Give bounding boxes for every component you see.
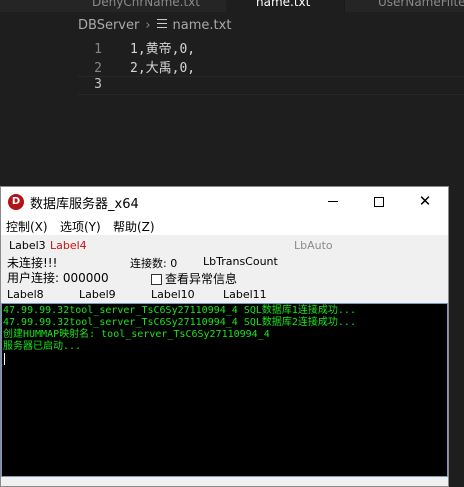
label3: Label3 bbox=[9, 239, 46, 252]
code-line[interactable]: 2 2,大禹,0, bbox=[78, 57, 464, 76]
breadcrumb-folder[interactable]: DBServer bbox=[78, 18, 139, 33]
line-number: 1 bbox=[94, 42, 102, 57]
db-server-window: D 数据库服务器_x64 ✕ 控制(X) 选项(Y) 帮助(Z) Label3 … bbox=[0, 186, 449, 487]
log-line: 服务器已启动... bbox=[3, 341, 82, 352]
label8: Label8 bbox=[7, 288, 44, 301]
line-number: 3 bbox=[94, 77, 102, 92]
line-number: 2 bbox=[94, 61, 102, 76]
minimize-icon bbox=[328, 201, 338, 202]
maximize-button[interactable] bbox=[356, 187, 402, 215]
minimize-button[interactable] bbox=[310, 187, 356, 215]
label4: Label4 bbox=[50, 239, 87, 252]
log-line: 创建HUMMAP映射名: tool_server_TsC6Sy27110994_… bbox=[3, 329, 270, 340]
lbauto-label: LbAuto bbox=[294, 239, 333, 252]
lb-trans-count: LbTransCount bbox=[203, 255, 278, 268]
line-text: 2,大禹,0, bbox=[130, 61, 196, 76]
line-text: 1,黄帝,0, bbox=[130, 42, 196, 57]
title-bar[interactable]: D 数据库服务器_x64 ✕ bbox=[1, 187, 448, 215]
text-file-icon bbox=[156, 19, 167, 28]
log-console[interactable]: 47.99.99.32tool_server_TsC6Sy27110994_4 … bbox=[1, 303, 448, 477]
user-connection: 用户连接: 000000 bbox=[7, 271, 109, 285]
menu-options[interactable]: 选项(Y) bbox=[60, 218, 101, 235]
connection-count: 连接数: 0 bbox=[130, 257, 178, 270]
tab-denychrname[interactable]: DenyChrName.txt bbox=[92, 0, 200, 12]
breadcrumb-file[interactable]: name.txt bbox=[173, 18, 232, 33]
menu-control[interactable]: 控制(X) bbox=[6, 218, 48, 235]
log-line: 47.99.99.32tool_server_TsC6Sy27110994_4 … bbox=[3, 305, 356, 316]
chevron-right-icon: › bbox=[145, 18, 151, 33]
tab-name-txt[interactable]: name.txt bbox=[226, 0, 344, 12]
tab-separator bbox=[344, 0, 345, 12]
label9: Label9 bbox=[79, 288, 116, 301]
close-button[interactable]: ✕ bbox=[402, 187, 448, 215]
checkbox-icon[interactable] bbox=[151, 274, 162, 285]
breadcrumb: DBServer › name.txt bbox=[78, 18, 231, 33]
text-caret bbox=[4, 353, 5, 365]
log-line: 47.99.99.32tool_server_TsC6Sy27110994_4 … bbox=[3, 317, 356, 328]
tab-usernamefilter[interactable]: UserNameFilter bbox=[378, 0, 464, 12]
check-exceptions-checkbox[interactable]: 查看异常信息 bbox=[151, 270, 237, 287]
check-exceptions-label: 查看异常信息 bbox=[165, 272, 238, 286]
maximize-icon bbox=[374, 196, 384, 207]
code-line[interactable]: 1 1,黄帝,0, bbox=[78, 38, 464, 57]
close-icon: ✕ bbox=[418, 192, 432, 210]
editor-tab-bar: DenyChrName.txt name.txt UserNameFilter bbox=[0, 0, 464, 12]
label10: Label10 bbox=[151, 288, 195, 301]
app-icon: D bbox=[8, 194, 24, 210]
window-title: 数据库服务器_x64 bbox=[30, 197, 139, 212]
menu-bar: 控制(X) 选项(Y) 帮助(Z) bbox=[1, 215, 448, 235]
label11: Label11 bbox=[223, 288, 267, 301]
code-line-current[interactable]: 3 bbox=[78, 76, 464, 95]
menu-help[interactable]: 帮助(Z) bbox=[113, 218, 155, 235]
